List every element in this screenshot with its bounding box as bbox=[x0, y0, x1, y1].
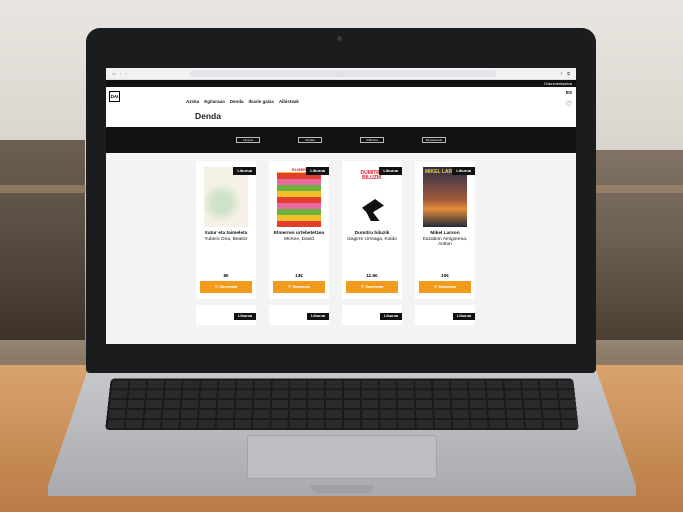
forward-icon[interactable]: › bbox=[125, 71, 126, 76]
product-grid: Liburua Xatur eta taimeleta Yubero Ona, … bbox=[106, 153, 576, 362]
main-nav: Azoka Egitaraua Denda Ikusle gaiza Albis… bbox=[186, 99, 299, 104]
product-card[interactable]: Liburua bbox=[196, 305, 256, 325]
product-author: Izagirre Urreaga, Koldo bbox=[347, 236, 397, 242]
site-logo[interactable]: DAI bbox=[109, 91, 120, 102]
laptop-screen: ▭ ‹ › ... ⇪ ⧉ Dokumentazioa DAI Azoka Eg… bbox=[106, 68, 576, 362]
product-card[interactable]: ELMER Liburua Elmerren urtebetetzea McKe… bbox=[269, 161, 329, 299]
category-band: Liburua Musika Albiberia Bestelakoak bbox=[106, 127, 576, 153]
product-badge: Liburua bbox=[453, 313, 475, 320]
address-bar[interactable]: ... bbox=[190, 70, 496, 77]
documentation-link[interactable]: Dokumentazioa bbox=[544, 81, 572, 86]
laptop-keyboard bbox=[105, 378, 579, 431]
product-card[interactable]: MIKEL LAR Liburua Mikel Larson Kazabon A… bbox=[415, 161, 475, 299]
tag-icon: ♡ bbox=[433, 284, 438, 289]
language-switch[interactable]: ES bbox=[566, 90, 572, 95]
share-icon[interactable]: ⇪ bbox=[560, 71, 563, 76]
product-title-text: Xatur eta taimeleta bbox=[204, 231, 248, 236]
laptop-notch bbox=[311, 485, 373, 493]
product-badge: Liburua bbox=[380, 313, 402, 320]
product-card[interactable]: Liburua bbox=[415, 305, 475, 325]
background-shelf-left bbox=[0, 140, 85, 340]
add-to-cart-label: Saskiratu bbox=[292, 284, 311, 289]
product-title: Mikel Larson Kazabon Amigorena, Antton bbox=[417, 231, 473, 248]
laptop-lid: ▭ ‹ › ... ⇪ ⧉ Dokumentazioa DAI Azoka Eg… bbox=[86, 28, 596, 373]
add-to-cart-label: Saskiratu bbox=[438, 284, 457, 289]
tag-icon: ♡ bbox=[287, 284, 292, 289]
add-to-cart-button[interactable]: ♡ Saskiratu bbox=[419, 281, 471, 293]
category-button-musika[interactable]: Musika bbox=[298, 137, 322, 143]
cover-figure bbox=[362, 199, 384, 221]
product-title-text: Mikel Larson bbox=[430, 231, 460, 236]
site-header: DAI Azoka Egitaraua Denda Ikusle gaiza A… bbox=[106, 87, 576, 127]
product-title: Dumitru biluzik Izagirre Urreaga, Koldo bbox=[344, 231, 400, 242]
product-badge: Liburua bbox=[379, 167, 402, 175]
product-price: 8€ bbox=[223, 273, 229, 278]
url-text: ... bbox=[341, 71, 345, 76]
tag-icon: ♡ bbox=[214, 284, 219, 289]
nav-item-denda[interactable]: Denda bbox=[230, 99, 244, 104]
product-price: 11.5€ bbox=[366, 273, 378, 278]
product-card[interactable]: Liburua Xatur eta taimeleta Yubero Ona, … bbox=[196, 161, 256, 299]
add-to-cart-button[interactable]: ♡ Saskiratu bbox=[273, 281, 325, 293]
product-author: Kazabon Amigorena, Antton bbox=[422, 236, 468, 248]
category-button-bestelakoak[interactable]: Bestelakoak bbox=[422, 137, 446, 143]
product-badge: Liburua bbox=[307, 313, 329, 320]
nav-item-ikusle-gaiza[interactable]: Ikusle gaiza bbox=[249, 99, 274, 104]
add-to-cart-label: Saskiratu bbox=[219, 284, 238, 289]
product-title: Elmerren urtebetetzea McKee, David bbox=[271, 231, 327, 242]
product-badge: Liburua bbox=[233, 167, 256, 175]
top-strip: Dokumentazioa bbox=[106, 80, 576, 87]
product-price: 10€ bbox=[441, 273, 449, 278]
laptop-trackpad bbox=[247, 435, 437, 479]
product-badge: Liburua bbox=[452, 167, 475, 175]
nav-item-egitaraua[interactable]: Egitaraua bbox=[204, 99, 225, 104]
product-card[interactable]: Liburua bbox=[342, 305, 402, 325]
tabs-icon[interactable]: ⧉ bbox=[567, 71, 570, 76]
browser-toolbar: ▭ ‹ › ... ⇪ ⧉ bbox=[106, 68, 576, 80]
add-to-cart-button[interactable]: ♡ Saskiratu bbox=[200, 281, 252, 293]
tag-icon: ♡ bbox=[360, 284, 365, 289]
book-cover-image: DUMITRU BILUZIK bbox=[350, 167, 394, 227]
category-button-liburua[interactable]: Liburua bbox=[236, 137, 260, 143]
book-cover-image: ELMER bbox=[277, 167, 321, 227]
add-to-cart-button[interactable]: ♡ Saskiratu bbox=[346, 281, 398, 293]
page-title: Denda bbox=[195, 111, 221, 121]
book-cover-image: MIKEL LAR bbox=[423, 167, 467, 227]
category-button-albiberia[interactable]: Albiberia bbox=[360, 137, 384, 143]
nav-item-azoka[interactable]: Azoka bbox=[186, 99, 199, 104]
book-cover-image bbox=[204, 167, 248, 227]
heart-icon[interactable]: ♡ bbox=[566, 100, 572, 108]
product-badge: Liburua bbox=[234, 313, 256, 320]
product-card[interactable]: Liburua bbox=[269, 305, 329, 325]
sidebar-icon[interactable]: ▭ bbox=[112, 71, 116, 76]
screen-bottom-bezel bbox=[106, 344, 576, 362]
add-to-cart-label: Saskiratu bbox=[365, 284, 384, 289]
product-author: McKee, David bbox=[284, 236, 314, 242]
back-icon[interactable]: ‹ bbox=[120, 71, 121, 76]
product-author: Yubero Ona, Beatriz bbox=[204, 236, 248, 242]
product-title-text: Elmerren urtebetetzea bbox=[273, 231, 325, 236]
product-title-text: Dumitru biluzik bbox=[354, 231, 390, 236]
nav-item-albisteak[interactable]: Albisteak bbox=[279, 99, 299, 104]
product-badge: Liburua bbox=[306, 167, 329, 175]
camera-icon bbox=[337, 36, 342, 41]
product-price: 13€ bbox=[295, 273, 303, 278]
product-title: Xatur eta taimeleta Yubero Ona, Beatriz bbox=[198, 231, 254, 242]
product-card[interactable]: DUMITRU BILUZIK Liburua Dumitru biluzik … bbox=[342, 161, 402, 299]
